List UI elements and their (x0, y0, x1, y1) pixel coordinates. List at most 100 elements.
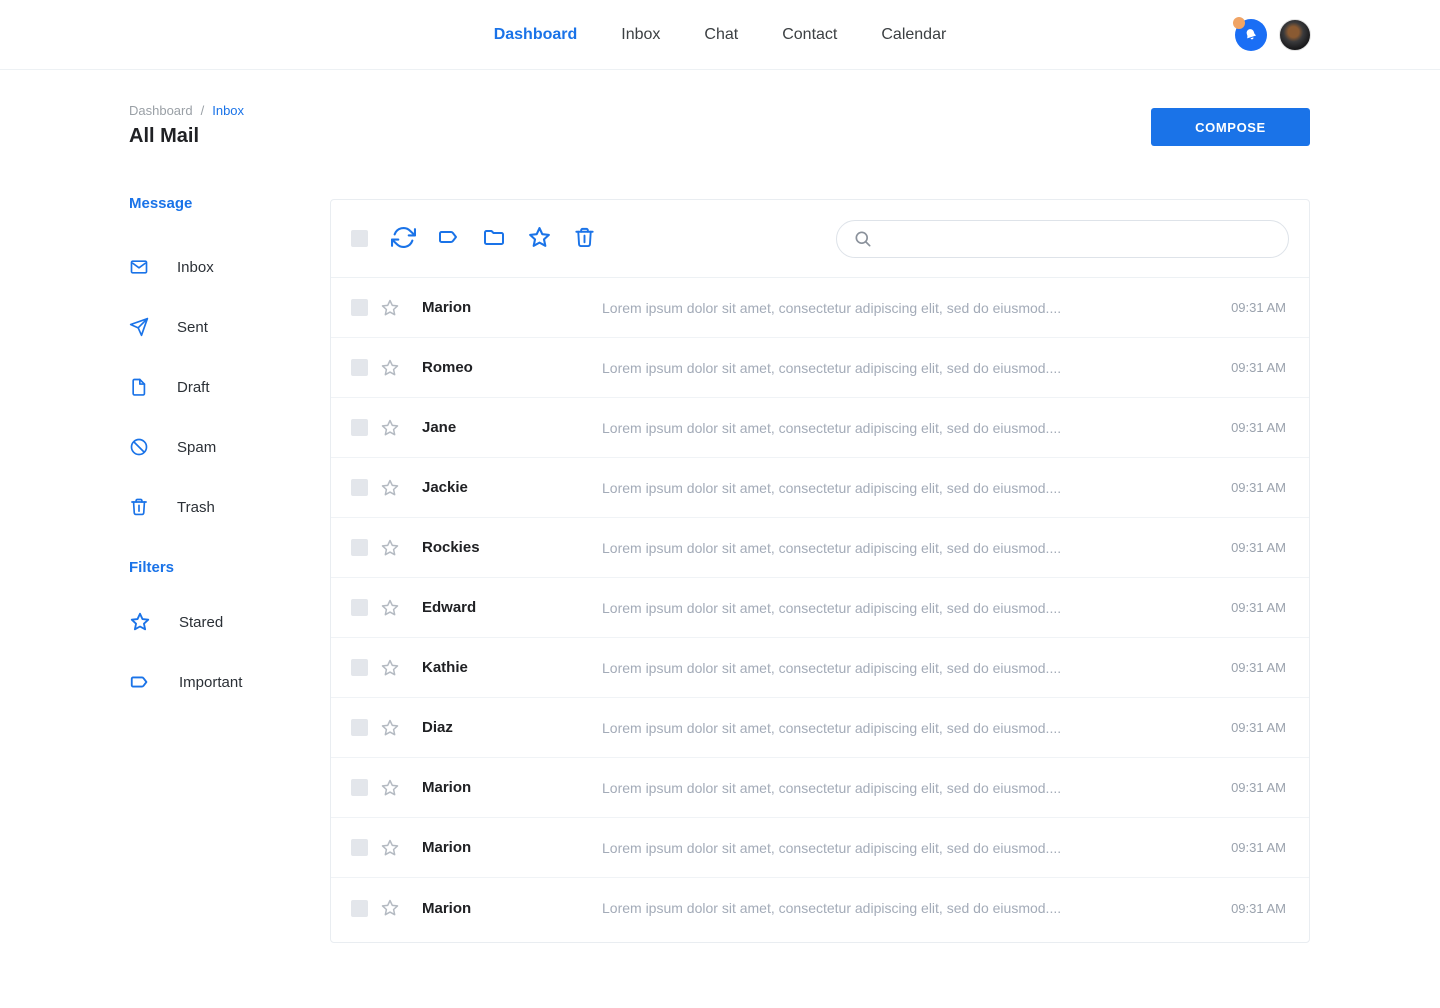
mail-sender: Marion (422, 900, 602, 917)
star-icon (527, 225, 552, 253)
label-button[interactable] (437, 225, 461, 252)
row-star-button[interactable] (380, 598, 400, 618)
sidebar-item-sent[interactable]: Sent (129, 297, 309, 357)
mail-preview: Lorem ipsum dolor sit amet, consectetur … (602, 840, 1216, 856)
row-star-button[interactable] (380, 718, 400, 738)
sidebar-item-inbox[interactable]: Inbox (129, 237, 309, 297)
nav-item-calendar[interactable]: Calendar (881, 26, 946, 44)
sidebar-item-label: Stared (179, 614, 223, 631)
breadcrumb-dashboard-link[interactable]: Dashboard (129, 103, 193, 118)
breadcrumb-separator: / (201, 103, 205, 118)
send-icon (129, 317, 149, 337)
search-input[interactable] (883, 231, 1272, 247)
row-checkbox[interactable] (351, 659, 368, 676)
mail-row[interactable]: Marion Lorem ipsum dolor sit amet, conse… (331, 878, 1309, 938)
trash-icon (573, 226, 596, 252)
label-icon (129, 671, 151, 693)
mail-row[interactable]: Kathie Lorem ipsum dolor sit amet, conse… (331, 638, 1309, 698)
sidebar-message-list: Inbox Sent Draft Spam (129, 237, 309, 537)
mail-row[interactable]: Marion Lorem ipsum dolor sit amet, conse… (331, 758, 1309, 818)
row-checkbox[interactable] (351, 599, 368, 616)
mail-preview: Lorem ipsum dolor sit amet, consectetur … (602, 720, 1216, 736)
mail-preview: Lorem ipsum dolor sit amet, consectetur … (602, 540, 1216, 556)
row-star-button[interactable] (380, 838, 400, 858)
folder-button[interactable] (482, 225, 506, 252)
breadcrumb-inbox-link[interactable]: Inbox (212, 103, 244, 118)
mail-time: 09:31 AM (1216, 360, 1286, 375)
mail-preview: Lorem ipsum dolor sit amet, consectetur … (602, 360, 1216, 376)
row-star-button[interactable] (380, 358, 400, 378)
row-star-button[interactable] (380, 778, 400, 798)
mail-row[interactable]: Marion Lorem ipsum dolor sit amet, conse… (331, 818, 1309, 878)
nav-item-inbox[interactable]: Inbox (621, 26, 660, 44)
label-icon (437, 225, 461, 252)
notification-badge-dot (1233, 17, 1245, 29)
mail-sender: Romeo (422, 359, 602, 376)
row-checkbox[interactable] (351, 419, 368, 436)
mail-app-page: Dashboard Inbox Chat Contact Calendar Da… (0, 0, 1440, 1008)
mail-preview: Lorem ipsum dolor sit amet, consectetur … (602, 900, 1216, 916)
star-button[interactable] (527, 225, 552, 253)
mail-time: 09:31 AM (1216, 480, 1286, 495)
row-star-button[interactable] (380, 898, 400, 918)
compose-button[interactable]: COMPOSE (1151, 108, 1310, 146)
mail-preview: Lorem ipsum dolor sit amet, consectetur … (602, 600, 1216, 616)
sidebar-item-label: Spam (177, 439, 216, 456)
row-checkbox[interactable] (351, 479, 368, 496)
mail-time: 09:31 AM (1216, 660, 1286, 675)
sidebar: Message Inbox Sent Draft (129, 195, 309, 712)
row-star-button[interactable] (380, 298, 400, 318)
star-icon (129, 611, 151, 633)
sidebar-item-important[interactable]: Important (129, 652, 309, 712)
sidebar-item-label: Trash (177, 499, 215, 516)
sidebar-item-stared[interactable]: Stared (129, 592, 309, 652)
nav-item-dashboard[interactable]: Dashboard (494, 26, 578, 44)
notifications-button[interactable] (1235, 19, 1267, 51)
sidebar-item-draft[interactable]: Draft (129, 357, 309, 417)
refresh-button[interactable] (391, 225, 416, 253)
mail-row[interactable]: Diaz Lorem ipsum dolor sit amet, consect… (331, 698, 1309, 758)
row-checkbox[interactable] (351, 299, 368, 316)
block-icon (129, 437, 149, 457)
mail-row[interactable]: Edward Lorem ipsum dolor sit amet, conse… (331, 578, 1309, 638)
mail-sender: Kathie (422, 659, 602, 676)
trash-button[interactable] (573, 226, 596, 252)
mail-row[interactable]: Romeo Lorem ipsum dolor sit amet, consec… (331, 338, 1309, 398)
mail-row[interactable]: Jane Lorem ipsum dolor sit amet, consect… (331, 398, 1309, 458)
mail-row[interactable]: Jackie Lorem ipsum dolor sit amet, conse… (331, 458, 1309, 518)
sidebar-item-label: Draft (177, 379, 210, 396)
sidebar-item-spam[interactable]: Spam (129, 417, 309, 477)
mail-panel: Marion Lorem ipsum dolor sit amet, conse… (330, 199, 1310, 943)
mail-row[interactable]: Marion Lorem ipsum dolor sit amet, conse… (331, 278, 1309, 338)
sidebar-heading-message: Message (129, 195, 309, 212)
row-star-button[interactable] (380, 418, 400, 438)
row-checkbox[interactable] (351, 839, 368, 856)
row-star-button[interactable] (380, 538, 400, 558)
mail-time: 09:31 AM (1216, 420, 1286, 435)
mail-preview: Lorem ipsum dolor sit amet, consectetur … (602, 660, 1216, 676)
row-checkbox[interactable] (351, 779, 368, 796)
select-all-checkbox[interactable] (351, 230, 368, 247)
row-checkbox[interactable] (351, 539, 368, 556)
mail-time: 09:31 AM (1216, 901, 1286, 916)
top-navbar: Dashboard Inbox Chat Contact Calendar (0, 0, 1440, 70)
mail-sender: Edward (422, 599, 602, 616)
nav-item-chat[interactable]: Chat (704, 26, 738, 44)
row-star-button[interactable] (380, 658, 400, 678)
sidebar-heading-filters: Filters (129, 559, 309, 576)
mail-time: 09:31 AM (1216, 540, 1286, 555)
mail-row[interactable]: Rockies Lorem ipsum dolor sit amet, cons… (331, 518, 1309, 578)
sidebar-item-label: Important (179, 674, 242, 691)
nav-item-contact[interactable]: Contact (782, 26, 837, 44)
sidebar-item-trash[interactable]: Trash (129, 477, 309, 537)
mail-sender: Diaz (422, 719, 602, 736)
sidebar-item-label: Inbox (177, 259, 214, 276)
refresh-icon (391, 225, 416, 253)
user-avatar[interactable] (1279, 19, 1311, 51)
mail-time: 09:31 AM (1216, 600, 1286, 615)
row-checkbox[interactable] (351, 719, 368, 736)
row-checkbox[interactable] (351, 900, 368, 917)
row-star-button[interactable] (380, 478, 400, 498)
main-navigation: Dashboard Inbox Chat Contact Calendar (0, 0, 1440, 70)
row-checkbox[interactable] (351, 359, 368, 376)
